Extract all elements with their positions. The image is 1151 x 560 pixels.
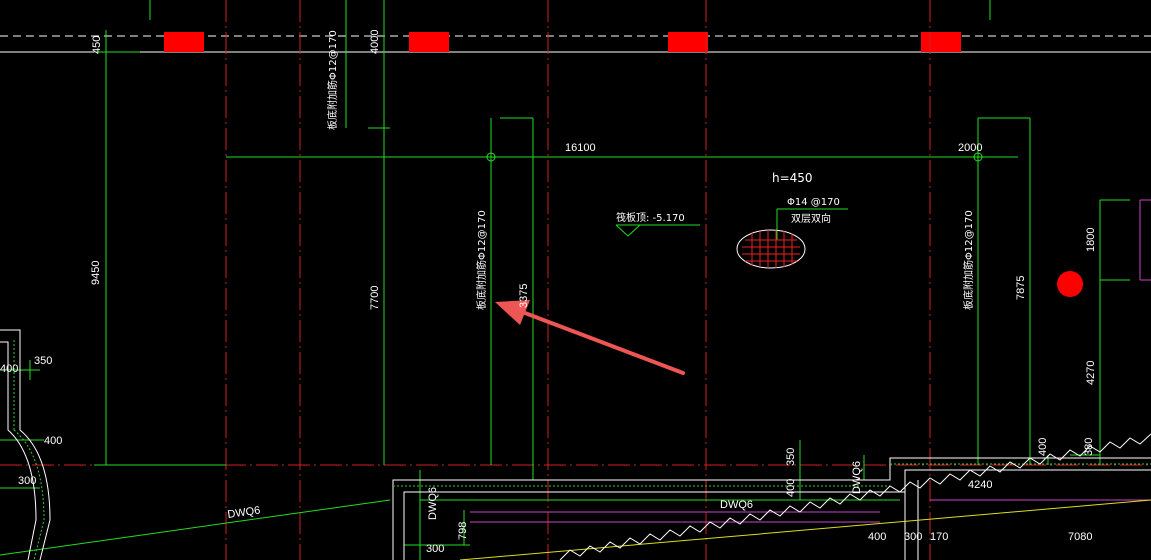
rebar-spec-label: Φ14 @170 xyxy=(787,197,840,208)
column-blocks xyxy=(164,32,961,52)
dim-label: 300 xyxy=(426,543,444,555)
dim-label: 400 xyxy=(44,435,62,447)
wall-tag: DWQ6 xyxy=(427,487,439,520)
dim-label: 2000 xyxy=(958,142,982,154)
dim-label: 350 xyxy=(34,355,52,367)
vertical-rebar-note: 板底附加筋Φ12@170 xyxy=(962,210,975,310)
wall-tag: DWQ6 xyxy=(851,461,863,494)
purple-lines xyxy=(470,199,1151,523)
dim-label: 400 xyxy=(785,479,797,497)
dim-label: 3375 xyxy=(518,284,530,308)
dim-label: 400 xyxy=(868,531,886,543)
dimension-lines xyxy=(0,0,1130,560)
dim-label: 7875 xyxy=(1015,276,1027,300)
pile-pattern xyxy=(559,433,1151,560)
column-block xyxy=(164,32,204,52)
dim-label: 1800 xyxy=(1085,228,1097,252)
dim-label: 170 xyxy=(930,531,948,543)
slab-thickness-label: h=450 xyxy=(772,171,813,185)
rebar-double-label: 双层双向 xyxy=(791,212,831,225)
yellow-line xyxy=(459,499,1151,560)
vertical-rebar-note: 板底附加筋Φ12@170 xyxy=(326,30,339,130)
slab-top-elevation-label: 筏板顶: -5.170 xyxy=(616,211,685,224)
column-block xyxy=(409,32,449,52)
dim-label: 16100 xyxy=(565,142,596,154)
annotation-arrow xyxy=(495,300,685,375)
dim-label: 380 xyxy=(1083,438,1095,456)
column-block xyxy=(668,32,708,52)
dim-label: 400 xyxy=(0,363,18,375)
dim-label: 350 xyxy=(785,448,797,466)
wall-tag: DWQ6 xyxy=(720,499,753,511)
dim-label: 7700 xyxy=(369,286,381,310)
dim-label: 7080 xyxy=(1068,531,1092,543)
wall-hatching xyxy=(13,340,1151,560)
dim-label: 300 xyxy=(18,475,36,487)
dim-label: 9450 xyxy=(90,261,102,285)
dim-label: 4000 xyxy=(369,30,381,54)
dim-label: 400 xyxy=(1037,438,1049,456)
dim-label: 4270 xyxy=(1085,361,1097,385)
rebar-ellipse[interactable] xyxy=(736,229,806,269)
column-block xyxy=(921,32,961,52)
dim-label: 300 xyxy=(904,531,922,543)
marker-dot[interactable] xyxy=(1057,271,1083,297)
dim-label: 798 xyxy=(457,522,469,540)
dim-label: 450 xyxy=(91,36,103,54)
cad-drawing-canvas[interactable]: 16100 2000 9450 7700 7875 1800 4270 3375… xyxy=(0,0,1151,560)
vertical-rebar-note: 板底附加筋Φ12@170 xyxy=(475,210,488,310)
dim-label: 4240 xyxy=(968,479,992,491)
